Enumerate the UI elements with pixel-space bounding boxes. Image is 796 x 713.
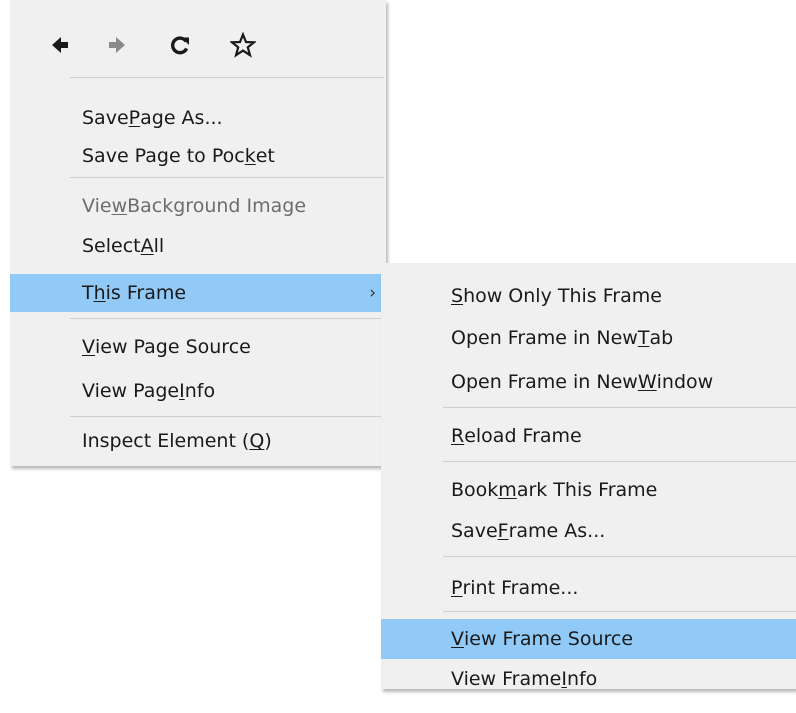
reload-icon[interactable] [160, 28, 200, 62]
back-arrow-icon[interactable] [40, 28, 80, 62]
reload-frame-item[interactable]: Reload Frame [381, 416, 796, 456]
item-label: View Frame [451, 668, 562, 690]
item-label: Select [82, 235, 141, 257]
inspect-element-item[interactable]: Inspect Element (Q) [10, 421, 386, 461]
open-frame-in-new-tab-item[interactable]: Open Frame in New Tab [381, 318, 796, 358]
save-page-as-item[interactable]: Save Page As... [10, 98, 386, 138]
forward-arrow-icon [97, 28, 137, 62]
print-frame-item[interactable]: Print Frame... [381, 568, 796, 608]
save-frame-as-item[interactable]: Save Frame As... [381, 511, 796, 551]
access-key: V [451, 628, 464, 650]
item-label: nfo [566, 668, 598, 690]
menu-separator [70, 416, 384, 417]
item-label: rame As... [508, 520, 606, 542]
access-key: h [93, 282, 106, 304]
access-key: T [637, 327, 650, 349]
access-key: R [451, 425, 465, 447]
item-label: eload Frame [464, 425, 582, 447]
item-label: Vie [82, 195, 112, 217]
item-label: indow [656, 371, 714, 393]
access-key: Q [249, 430, 265, 452]
item-label: rint Frame... [462, 577, 579, 599]
item-label: ) [264, 430, 272, 452]
bookmark-star-icon[interactable] [223, 28, 263, 62]
item-label: is Frame [105, 282, 187, 304]
item-label: Open Frame in New [451, 371, 638, 393]
view-frame-info-item[interactable]: View Frame Info [381, 659, 796, 699]
item-label: Book [451, 479, 499, 501]
this-frame-item[interactable]: Th is Frame › [10, 274, 386, 312]
menu-separator [70, 318, 384, 319]
item-label: ll [153, 235, 165, 257]
item-label: View Page [82, 380, 180, 402]
access-key: A [140, 235, 154, 257]
item-label: Background Image [127, 195, 307, 217]
access-key: S [451, 285, 464, 307]
item-label: Inspect Element ( [82, 430, 250, 452]
access-key: m [498, 479, 517, 501]
item-label: iew Frame Source [464, 628, 634, 650]
access-key: w [111, 195, 128, 217]
item-label: et [255, 145, 275, 167]
menu-separator [443, 461, 796, 462]
this-frame-submenu: Show Only This Frame Open Frame in New T… [381, 263, 796, 690]
item-label: Open Frame in New [451, 327, 638, 349]
menu-separator [443, 556, 796, 557]
view-page-info-item[interactable]: View Page Info [10, 371, 386, 411]
select-all-item[interactable]: Select All [10, 226, 386, 266]
access-key: k [244, 145, 256, 167]
menu-separator [443, 407, 796, 408]
item-label: Save Page to Poc [82, 145, 245, 167]
item-label: how Only This Frame [463, 285, 662, 307]
save-page-to-pocket-item[interactable]: Save Page to Poc k et [10, 136, 386, 176]
access-key: P [128, 107, 141, 129]
menu-separator [70, 77, 384, 78]
item-label: age As... [140, 107, 223, 129]
menu-separator [70, 177, 384, 178]
item-label: nfo [184, 380, 216, 402]
view-background-image-item: Vie w Background Image [10, 186, 386, 226]
item-label: Save [451, 520, 498, 542]
item-label: ark This Frame [516, 479, 658, 501]
submenu-arrow-icon: › [369, 283, 376, 303]
bookmark-this-frame-item[interactable]: Book m ark This Frame [381, 470, 796, 510]
menu-separator [443, 611, 796, 612]
view-page-source-item[interactable]: View Page Source [10, 327, 386, 367]
access-key: P [451, 577, 463, 599]
item-label: T [82, 282, 94, 304]
item-label: Save [82, 107, 129, 129]
view-frame-source-item[interactable]: View Frame Source [381, 619, 796, 659]
access-key: V [82, 336, 95, 358]
access-key: W [637, 371, 657, 393]
context-menu: Save Page As... Save Page to Poc k et Vie w… [10, 0, 386, 466]
access-key: F [497, 520, 509, 542]
item-label: ab [649, 327, 674, 349]
open-frame-in-new-window-item[interactable]: Open Frame in New Window [381, 362, 796, 402]
item-label: iew Page Source [95, 336, 251, 358]
show-only-this-frame-item[interactable]: Show Only This Frame [381, 276, 796, 316]
